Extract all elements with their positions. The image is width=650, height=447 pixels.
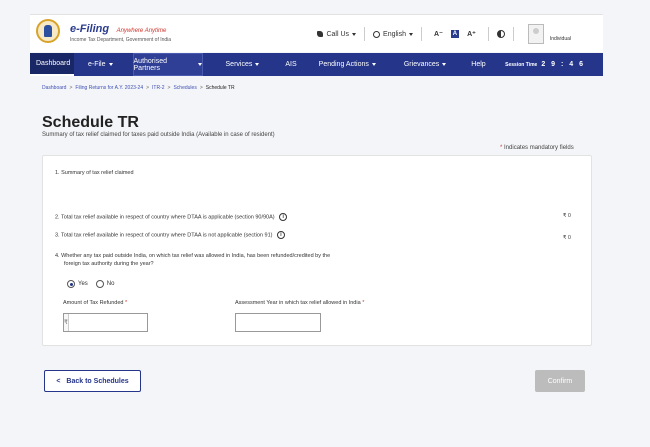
schedule-tr-card: 1. Summary of tax relief claimed 2. Tota… (42, 155, 592, 346)
chevron-left-icon: < (56, 377, 61, 385)
info-icon[interactable]: i (277, 231, 285, 239)
logo-title: e-Filing (70, 22, 110, 35)
session-timer: Session Time 2 9 : 4 6 (505, 61, 585, 68)
globe-icon (373, 30, 381, 38)
chevron-down-icon (371, 63, 376, 66)
q3-amount: ₹ 0 (562, 235, 571, 241)
nav-dashboard[interactable]: Dashboard (30, 53, 74, 76)
amount-refunded-label: Amount of Tax Refunded * (63, 300, 128, 306)
q2-amount: ₹ 0 (562, 213, 571, 219)
radio-no[interactable] (95, 280, 104, 288)
logo-subtitle: Income Tax Department, Government of Ind… (70, 36, 172, 43)
emblem-icon (36, 19, 60, 43)
main-nav: Dashboard e-File Authorised Partners Ser… (30, 53, 603, 76)
font-increase-button[interactable]: A⁺ (467, 30, 476, 38)
breadcrumb-itr2[interactable]: ITR-2 (152, 85, 165, 91)
assessment-year-field[interactable] (235, 313, 321, 332)
language-selector[interactable]: English (365, 27, 423, 41)
info-icon[interactable]: i (279, 213, 288, 221)
user-type-label: Individual (549, 36, 571, 42)
nav-services[interactable]: Services (226, 53, 260, 76)
page-title: Schedule TR (42, 114, 139, 131)
breadcrumb-filing-returns[interactable]: Filing Returns for A.Y. 2023-24 (75, 85, 143, 91)
phone-icon (317, 31, 324, 37)
back-to-schedules-button[interactable]: < Back to Schedules (44, 370, 141, 392)
nav-help[interactable]: Help (471, 53, 485, 76)
nav-efile[interactable]: e-File (88, 53, 113, 76)
assessment-year-label: Assessment Year in which tax relief allo… (235, 300, 365, 306)
q1-label: 1. Summary of tax relief claimed (55, 170, 134, 176)
breadcrumb: Dashboard > Filing Returns for A.Y. 2023-… (42, 85, 235, 91)
logo-tagline: Anywhere Anytime (116, 27, 167, 34)
refund-radio-group: Yes No (67, 280, 122, 288)
nav-authorised-partners[interactable]: Authorised Partners (132, 53, 203, 76)
contrast-toggle[interactable] (489, 27, 514, 41)
breadcrumb-current: Schedule TR (205, 85, 235, 91)
efiling-logo[interactable]: e-Filing Anywhere Anytime Income Tax Dep… (36, 19, 171, 43)
chevron-down-icon (197, 63, 202, 66)
breadcrumb-schedules[interactable]: Schedules (173, 85, 196, 91)
chevron-down-icon (352, 32, 357, 36)
font-normal-button[interactable]: A (450, 30, 460, 38)
font-decrease-button[interactable]: A⁻ (434, 30, 443, 38)
confirm-button[interactable]: Confirm (535, 370, 585, 392)
q3-label: 3. Total tax relief available in respect… (55, 231, 285, 239)
avatar[interactable] (527, 24, 544, 44)
nav-pending-actions[interactable]: Pending Actions (319, 53, 376, 76)
mandatory-note: * Indicates mandatory fields (500, 145, 574, 151)
nav-grievances[interactable]: Grievances (404, 53, 447, 76)
amount-refunded-field[interactable]: ₹ (63, 313, 150, 332)
chevron-down-icon (255, 63, 260, 66)
amount-refunded-input[interactable] (68, 314, 150, 331)
top-header: e-Filing Anywhere Anytime Income Tax Dep… (30, 14, 603, 52)
chevron-down-icon (409, 32, 414, 36)
chevron-down-icon (108, 63, 113, 66)
q2-label: 2. Total tax relief available in respect… (55, 213, 288, 221)
q4-label-cont: foreign tax authority during the year? (64, 261, 154, 267)
radio-yes[interactable] (67, 280, 75, 288)
nav-ais[interactable]: AIS (285, 53, 296, 76)
q4-label: 4. Whether any tax paid outside India, o… (55, 253, 331, 259)
contrast-icon (496, 30, 505, 38)
assessment-year-input[interactable] (236, 314, 320, 331)
chevron-down-icon (442, 63, 447, 66)
breadcrumb-dashboard[interactable]: Dashboard (42, 85, 66, 91)
page-subtitle: Summary of tax relief claimed for taxes … (42, 132, 275, 138)
call-us-button[interactable]: Call Us (309, 27, 366, 41)
